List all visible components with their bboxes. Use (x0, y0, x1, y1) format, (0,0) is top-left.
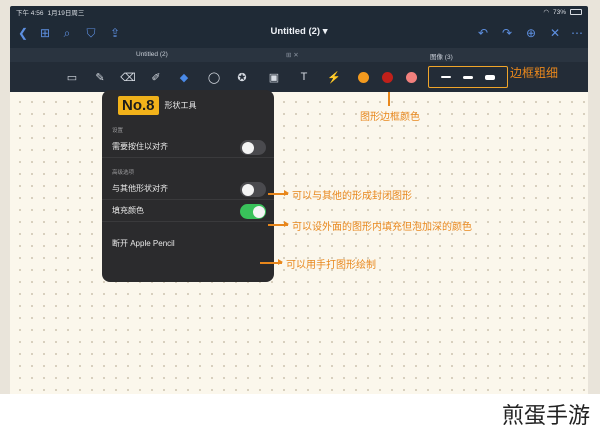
battery-icon (570, 9, 582, 15)
pen-icon[interactable]: ✎ (92, 69, 108, 85)
step-badge: No.8 (118, 95, 159, 115)
screenshot-frame: 下午 4:56 1月19日周三 ◠ 73% ❮ ⊞ ⌕ ⛉ ⇪ Untitled… (0, 0, 600, 436)
annotation-pencil: 可以用手打图形绘制 (286, 260, 376, 271)
color-pink[interactable] (406, 72, 417, 83)
chevron-down-icon: ▾ (322, 26, 328, 37)
shape-tool-popover: No.8 形状工具 设置 需要按住以对齐 高级选项 与其他形状对齐 填充颜色 断… (102, 90, 274, 282)
arrow-snap (268, 190, 289, 196)
sticker-icon[interactable]: ✪ (234, 69, 250, 85)
width-thin[interactable] (441, 76, 451, 78)
undo-icon[interactable]: ↶ (476, 26, 490, 40)
shape-tool-icon[interactable]: ◆ (176, 69, 192, 85)
annotation-arrow-color (388, 92, 390, 106)
fill-color-toggle[interactable] (240, 204, 266, 219)
document-title-text: Untitled (2) (270, 26, 321, 37)
top-toolbar: ❮ ⊞ ⌕ ⛉ ⇪ Untitled (2) ▾ ↶ ↷ ⊕ ✕ ⋯ (10, 18, 588, 48)
width-medium[interactable] (463, 75, 473, 79)
snap-to-shapes-toggle[interactable] (240, 182, 266, 197)
reader-icon[interactable]: ▭ (64, 69, 80, 85)
tool-bar: ▭ ✎ ⌫ ✐ ◆ ◯ ✪ ▣ T ⚡ (10, 62, 588, 92)
row-hold-to-snap-label: 需要按住以对齐 (112, 142, 168, 151)
row-fill-color: 填充颜色 (102, 200, 274, 222)
close-icon[interactable]: ✕ (548, 26, 562, 40)
row-snap-to-shapes: 与其他形状对齐 (102, 178, 274, 200)
tab-untitled[interactable]: Untitled (2) (136, 51, 168, 58)
annotation-snap: 可以与其他的形成封闭图形 (292, 191, 412, 202)
annotation-fill: 可以设外面的图形内填充但泡加深的颜色 (292, 222, 472, 233)
section-advanced: 高级选项 (112, 170, 135, 176)
color-dark-red[interactable] (382, 72, 393, 83)
image-icon[interactable]: ▣ (266, 69, 282, 85)
arrow-pencil (260, 259, 283, 265)
row-hold-to-snap: 需要按住以对齐 (102, 136, 274, 158)
popover-title: 形状工具 (164, 100, 197, 110)
add-page-icon[interactable]: ⊕ (524, 26, 538, 40)
popover-header: No.8 形状工具 (102, 90, 274, 120)
status-time: 下午 4:56 (16, 10, 44, 17)
border-width-selector (428, 66, 508, 88)
hold-to-snap-toggle[interactable] (240, 140, 266, 155)
tab-image[interactable]: 图像 (3) (430, 51, 453, 61)
width-thick[interactable] (485, 74, 495, 80)
tab-add-icon[interactable]: ⊞ ✕ (286, 51, 299, 59)
wifi-icon: ◠ (543, 9, 549, 16)
color-orange[interactable] (358, 72, 369, 83)
status-bar: 下午 4:56 1月19日周三 ◠ 73% (10, 6, 588, 18)
annotation-shape-border-color: 图形边框颜色 (360, 112, 420, 123)
status-date: 1月19日周三 (47, 10, 85, 17)
ipad-screen: 下午 4:56 1月19日周三 ◠ 73% ❮ ⊞ ⌕ ⛉ ⇪ Untitled… (10, 6, 588, 430)
document-tabs: Untitled (2) ⊞ ✕ 图像 (3) (10, 48, 588, 62)
text-icon[interactable]: T (296, 69, 312, 85)
row-fill-color-label: 填充颜色 (112, 206, 144, 215)
more-icon[interactable]: ⋯ (570, 26, 584, 40)
highlighter-icon[interactable]: ✐ (148, 69, 164, 85)
redo-icon[interactable]: ↷ (500, 26, 514, 40)
battery-percent: 73% (552, 8, 566, 16)
disconnect-pencil-label: 断开 Apple Pencil (112, 238, 175, 248)
section-settings: 设置 (112, 128, 124, 134)
lasso-icon[interactable]: ◯ (206, 69, 222, 85)
annotation-border-width: 边框粗细 (510, 66, 559, 80)
laser-pointer-icon[interactable]: ⚡ (326, 69, 342, 85)
eraser-icon[interactable]: ⌫ (120, 69, 136, 85)
row-disconnect-pencil[interactable]: 断开 Apple Pencil (102, 232, 274, 254)
watermark-text: 煎蛋手游 (501, 404, 590, 429)
row-snap-to-shapes-label: 与其他形状对齐 (112, 184, 168, 193)
arrow-fill (268, 221, 289, 227)
